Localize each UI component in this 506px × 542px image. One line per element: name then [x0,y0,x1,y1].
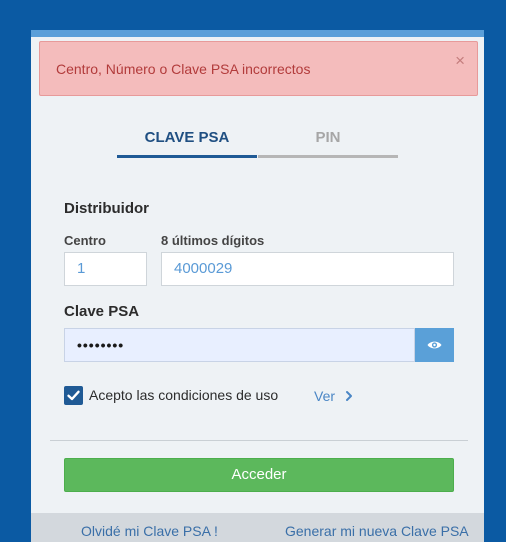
auth-tabs: CLAVE PSA PIN [117,129,398,158]
divider [50,440,468,441]
digitos-label: 8 últimos dígitos [161,233,265,248]
ver-link-label: Ver [314,388,336,404]
centro-label: Centro [64,233,106,248]
chevron-right-icon [345,391,352,401]
check-icon [67,390,80,401]
show-password-button[interactable] [415,328,454,362]
terms-checkbox[interactable] [64,386,83,405]
tab-clave-psa[interactable]: CLAVE PSA [117,129,257,158]
footer: Olvidé mi Clave PSA ! Generar mi nueva C… [31,513,484,542]
close-icon[interactable]: × [455,42,465,80]
generate-clave-link[interactable]: Generar mi nueva Clave PSA [285,523,469,539]
distribuidor-title: Distribuidor [64,200,149,217]
centro-input[interactable]: 1 [64,252,147,286]
password-row: •••••••• [64,328,454,362]
clave-title: Clave PSA [64,303,140,320]
error-message: Centro, Número o Clave PSA incorrectos [56,61,311,77]
login-card: Centro, Número o Clave PSA incorrectos ×… [31,30,484,542]
tab-pin[interactable]: PIN [258,129,398,158]
password-input[interactable]: •••••••• [64,328,415,362]
forgot-clave-link[interactable]: Olvidé mi Clave PSA ! [81,523,218,539]
terms-label: Acepto las condiciones de uso [89,387,279,403]
error-alert: Centro, Número o Clave PSA incorrectos × [39,41,478,96]
ver-terms-link[interactable]: Ver [314,387,354,406]
acceder-button[interactable]: Acceder [64,458,454,492]
digitos-input[interactable]: 4000029 [161,252,454,286]
eye-icon [427,341,442,349]
